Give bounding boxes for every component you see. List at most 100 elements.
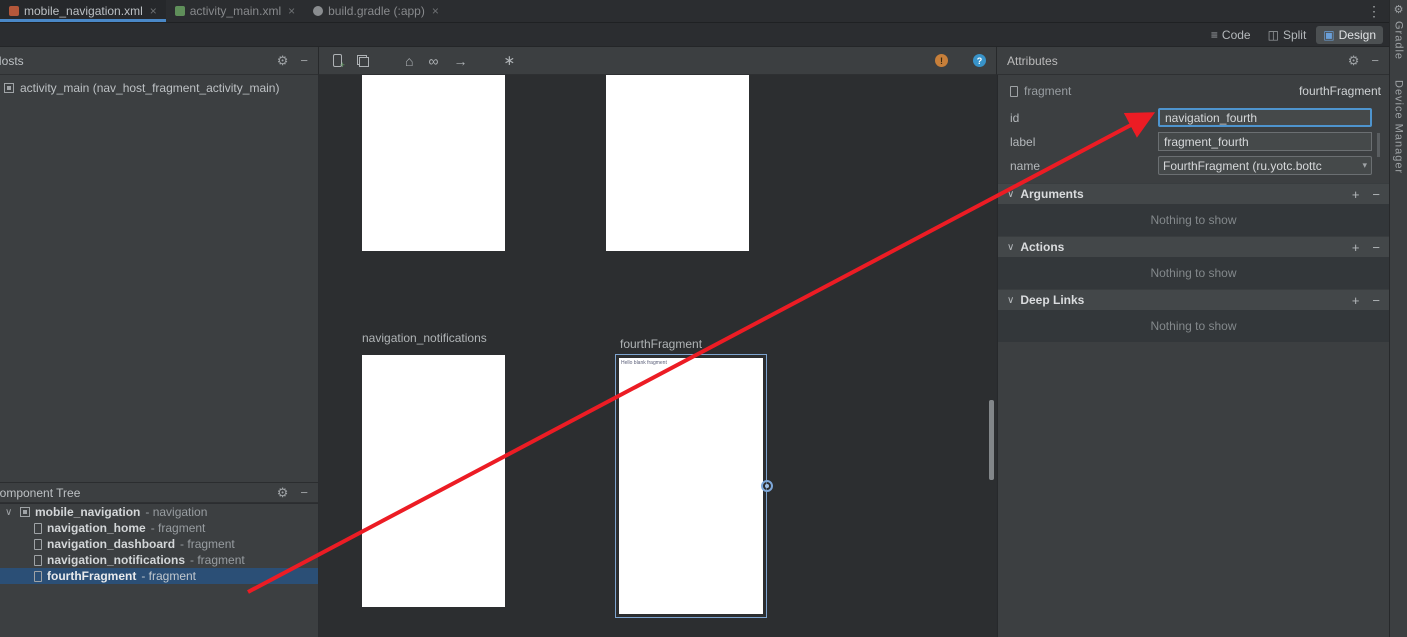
arguments-section-header[interactable]: ∨ Arguments + − [998, 183, 1389, 204]
fragment-preview-text: Hello blank fragment [621, 360, 763, 366]
code-icon: ≡ [1211, 28, 1218, 42]
tree-item-type: - fragment [180, 537, 235, 551]
component-tree-header: Component Tree ⚙ − [0, 482, 318, 503]
design-view-button[interactable]: ▣ Design [1316, 26, 1383, 44]
tree-item-label: fourthFragment [47, 569, 136, 583]
close-tab-icon[interactable]: × [150, 4, 157, 18]
id-field-label: id [1010, 111, 1019, 125]
tree-item-navigation-notifications[interactable]: navigation_notifications - fragment [0, 552, 318, 568]
component-type: fragment [1024, 84, 1071, 98]
tab-label: mobile_navigation.xml [24, 4, 143, 18]
code-view-button[interactable]: ≡ Code [1204, 26, 1258, 44]
fragment-preview-fourth[interactable]: Hello blank fragment [619, 358, 763, 614]
id-input[interactable] [1158, 108, 1372, 127]
design-toolbar: + ⌂ ∞ → ∗ ! ? [318, 47, 997, 75]
tool-strip-gear-icon[interactable]: ⚙ [1394, 3, 1404, 17]
editor-mode-toolbar: ≡ Code ◫ Split ▣ Design [0, 23, 1389, 47]
android-studio-window: mobile_navigation.xml × activity_main.xm… [0, 0, 1407, 637]
gear-icon[interactable]: ⚙ [1348, 53, 1360, 69]
minimize-icon[interactable]: − [300, 485, 308, 500]
gear-icon[interactable]: ⚙ [277, 53, 289, 69]
tree-item-label: mobile_navigation [35, 505, 140, 519]
tree-item-navigation-dashboard[interactable]: navigation_dashboard - fragment [0, 536, 318, 552]
name-field-label: name [1010, 159, 1040, 173]
chevron-down-icon: ∨ [1007, 295, 1014, 306]
tree-item-type: - fragment [190, 553, 245, 567]
fragment-icon [1010, 86, 1018, 97]
fragment-icon [34, 555, 42, 566]
action-handle[interactable] [761, 480, 773, 492]
component-name: fourthFragment [1299, 84, 1381, 98]
design-icon: ▣ [1323, 28, 1334, 42]
duplicate-icon[interactable] [357, 55, 369, 67]
tab-build-gradle[interactable]: build.gradle (:app) × [304, 0, 448, 22]
remove-deep-link-icon[interactable]: − [1372, 293, 1380, 308]
device-manager-tool-button[interactable]: Device Manager [1393, 80, 1405, 174]
tab-label: build.gradle (:app) [328, 4, 425, 18]
tree-item-label: navigation_notifications [47, 553, 185, 567]
nav-graph-icon [20, 507, 30, 517]
gradle-tool-button[interactable]: Gradle [1393, 21, 1405, 60]
name-dropdown-value: FourthFragment (ru.yotc.bottc [1163, 159, 1322, 173]
minimize-icon[interactable]: − [300, 53, 308, 68]
gear-icon[interactable]: ⚙ [277, 485, 289, 501]
canvas-scrollbar[interactable] [989, 400, 994, 480]
xml-file-icon [9, 6, 19, 16]
fragment-label-notifications[interactable]: navigation_notifications [362, 331, 487, 345]
host-item-activity-main[interactable]: activity_main (nav_host_fragment_activit… [0, 75, 318, 95]
xml-file-icon [175, 6, 185, 16]
component-tree-title: Component Tree [0, 486, 80, 500]
deep-links-empty-text: Nothing to show [998, 310, 1389, 342]
close-tab-icon[interactable]: × [288, 4, 295, 18]
deep-links-section-header[interactable]: ∨ Deep Links + − [998, 289, 1389, 310]
right-tool-strip: ⚙ Gradle Device Manager [1389, 0, 1407, 637]
home-destination-icon[interactable]: ⌂ [405, 53, 413, 69]
link-action-icon[interactable]: ∞ [428, 53, 438, 69]
add-deep-link-icon[interactable]: + [1352, 293, 1360, 308]
close-tab-icon[interactable]: × [432, 4, 439, 18]
split-view-button[interactable]: ◫ Split [1261, 26, 1314, 44]
actions-section-header[interactable]: ∨ Actions + − [998, 236, 1389, 257]
tree-item-mobile-navigation[interactable]: ∨ mobile_navigation - navigation [0, 504, 318, 520]
tree-item-fourth-fragment[interactable]: fourthFragment - fragment [0, 568, 318, 584]
arrow-action-icon[interactable]: → [453, 53, 467, 69]
fragment-icon [34, 539, 42, 550]
tab-mobile-navigation-xml[interactable]: mobile_navigation.xml × [0, 0, 166, 22]
warning-badge-icon[interactable]: ! [935, 54, 948, 67]
remove-action-icon[interactable]: − [1372, 240, 1380, 255]
add-argument-icon[interactable]: + [1352, 187, 1360, 202]
fragment-icon [34, 571, 42, 582]
tab-activity-main-xml[interactable]: activity_main.xml × [166, 0, 304, 22]
section-title: Actions [1020, 240, 1064, 254]
code-view-label: Code [1222, 28, 1251, 42]
chevron-down-icon: ∨ [1007, 189, 1014, 200]
label-field-label: label [1010, 135, 1035, 149]
add-action-icon[interactable]: + [1352, 240, 1360, 255]
section-title: Arguments [1020, 187, 1083, 201]
tree-item-navigation-home[interactable]: navigation_home - fragment [0, 520, 318, 536]
attributes-scrollbar[interactable] [1377, 133, 1380, 157]
label-input[interactable] [1158, 132, 1372, 151]
tree-item-type: - navigation [145, 505, 207, 519]
fragment-preview-dashboard[interactable] [606, 75, 749, 251]
chevron-down-icon[interactable]: ∨ [5, 507, 15, 518]
attributes-panel: fragment fourthFragment id label name Fo… [997, 75, 1389, 637]
minimize-icon[interactable]: − [1371, 53, 1379, 68]
fragment-label-fourth[interactable]: fourthFragment [620, 337, 702, 351]
new-destination-icon[interactable]: + [333, 54, 342, 67]
nav-graph-icon [4, 83, 14, 93]
kebab-menu-icon[interactable]: ⋮ [1367, 3, 1381, 20]
name-dropdown[interactable]: FourthFragment (ru.yotc.bottc ▾ [1158, 156, 1372, 175]
remove-argument-icon[interactable]: − [1372, 187, 1380, 202]
design-canvas[interactable]: navigation_notifications fourthFragment … [319, 75, 996, 637]
fragment-preview-home[interactable] [362, 75, 505, 251]
tree-item-type: - fragment [151, 521, 206, 535]
fragment-icon [34, 523, 42, 534]
arguments-empty-text: Nothing to show [998, 204, 1389, 236]
fragment-preview-fourth-selected[interactable]: Hello blank fragment [615, 354, 767, 618]
fragment-preview-notifications[interactable] [362, 355, 505, 607]
help-badge-icon[interactable]: ? [973, 54, 986, 67]
attributes-panel-header: Attributes ⚙ − [997, 47, 1389, 75]
auto-arrange-icon[interactable]: ∗ [503, 52, 515, 69]
hosts-panel-title: Hosts [0, 54, 24, 68]
